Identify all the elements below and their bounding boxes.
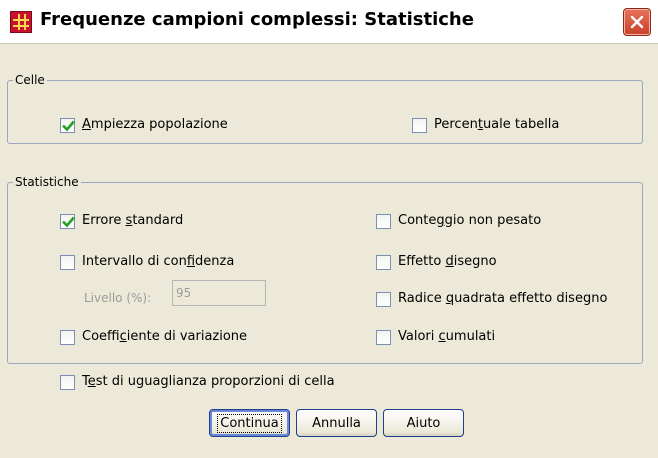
- cells-group: Celle: [7, 73, 643, 144]
- close-icon: [630, 15, 644, 29]
- equality-test-label: Test di uguaglianza proporzioni di cella: [82, 374, 335, 389]
- cumulative-values-label: Valori cumulati: [398, 329, 496, 344]
- unweighted-count-check-box[interactable]: [376, 213, 391, 229]
- checkmark-icon: [62, 120, 75, 131]
- design-effect-checkbox[interactable]: Effetto disegno: [376, 254, 497, 270]
- standard-error-check-box[interactable]: [60, 213, 75, 229]
- close-button[interactable]: [623, 8, 651, 36]
- dialog-window: Frequenze campioni complessi: Statistich…: [0, 0, 658, 458]
- equality-test-check-box[interactable]: [60, 374, 75, 390]
- table-percent-checkbox[interactable]: Percentuale tabella: [412, 117, 559, 133]
- design-effect-label: Effetto disegno: [398, 254, 497, 269]
- dialog-title: Frequenze campioni complessi: Statistich…: [40, 9, 474, 30]
- table-percent-check-box[interactable]: [412, 117, 427, 133]
- cancel-button[interactable]: Annulla: [296, 409, 377, 437]
- table-percent-label: Percentuale tabella: [434, 117, 560, 132]
- statistics-legend: Statistiche: [13, 175, 81, 189]
- sqrt-design-effect-label: Radice quadrata effetto disegno: [398, 291, 608, 306]
- coefficient-variation-checkbox[interactable]: Coefficiente di variazione: [60, 329, 247, 345]
- standard-error-label: Errore standard: [82, 213, 184, 228]
- population-size-label: Ampiezza popolazione: [82, 117, 228, 132]
- confidence-level-label: Livello (%):: [84, 291, 152, 305]
- title-bar[interactable]: Frequenze campioni complessi: Statistich…: [0, 0, 658, 44]
- checkmark-icon: [62, 216, 75, 227]
- population-size-check-box[interactable]: [60, 117, 75, 133]
- help-button[interactable]: Aiuto: [383, 409, 464, 437]
- confidence-interval-check-box[interactable]: [60, 254, 75, 270]
- population-size-checkbox[interactable]: Ampiezza popolazione: [60, 117, 228, 133]
- continue-button[interactable]: Continua: [209, 409, 290, 437]
- cells-legend: Celle: [13, 73, 47, 87]
- equality-test-checkbox[interactable]: Test di uguaglianza proporzioni di cella: [60, 374, 335, 390]
- design-effect-check-box[interactable]: [376, 254, 391, 270]
- cumulative-values-checkbox[interactable]: Valori cumulati: [376, 329, 495, 345]
- confidence-interval-label: Intervallo di confidenza: [82, 254, 235, 269]
- app-table-icon: [10, 11, 32, 33]
- unweighted-count-checkbox[interactable]: Conteggio non pesato: [376, 213, 541, 229]
- confidence-interval-checkbox[interactable]: Intervallo di confidenza: [60, 254, 234, 270]
- sqrt-design-effect-checkbox[interactable]: Radice quadrata effetto disegno: [376, 291, 607, 307]
- continue-label: Continua: [217, 413, 282, 433]
- standard-error-checkbox[interactable]: Errore standard: [60, 213, 183, 229]
- cumulative-values-check-box[interactable]: [376, 329, 391, 345]
- coefficient-variation-label: Coefficiente di variazione: [82, 329, 248, 344]
- sqrt-design-effect-check-box[interactable]: [376, 291, 391, 307]
- confidence-level-input[interactable]: [172, 280, 266, 306]
- unweighted-count-label: Conteggio non pesato: [398, 213, 542, 228]
- coefficient-variation-check-box[interactable]: [60, 329, 75, 345]
